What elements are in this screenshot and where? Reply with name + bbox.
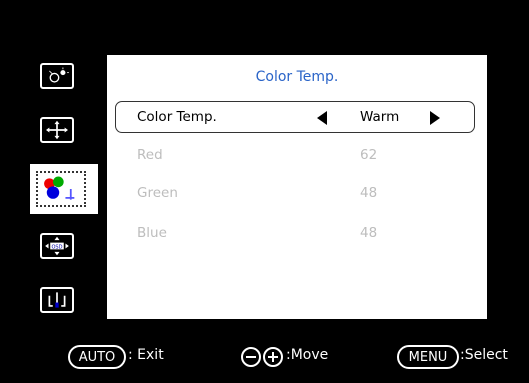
color-icon[interactable] — [36, 171, 86, 207]
position-icon[interactable] — [40, 117, 74, 143]
minus-icon[interactable] — [241, 347, 261, 367]
picture-brightness-icon[interactable] — [40, 63, 74, 89]
auto-button[interactable]: AUTO — [68, 345, 126, 369]
menu-button[interactable]: MENU — [397, 345, 459, 369]
input-setup-icon[interactable] — [40, 287, 74, 313]
plus-icon[interactable] — [263, 347, 283, 367]
red-value: 62 — [360, 147, 378, 163]
panel-title: Color Temp. — [255, 69, 339, 85]
menu-hint: :Select — [460, 347, 508, 363]
blue-value: 48 — [360, 225, 378, 241]
blue-label: Blue — [137, 225, 167, 241]
decrease-arrow-icon[interactable] — [317, 111, 327, 125]
color-temp-label: Color Temp. — [137, 109, 217, 125]
color-temp-value: Warm — [360, 109, 400, 125]
auto-hint: : Exit — [128, 347, 164, 363]
green-label: Green — [137, 185, 178, 201]
svg-text:OSD: OSD — [51, 245, 62, 251]
move-hint: :Move — [286, 347, 329, 363]
green-value: 48 — [360, 185, 378, 201]
red-label: Red — [137, 147, 163, 163]
increase-arrow-icon[interactable] — [430, 111, 440, 125]
osd-settings-icon[interactable]: OSD — [40, 233, 74, 259]
settings-panel: Color Temp. Color Temp. Warm Red 62 Gree… — [104, 52, 490, 322]
